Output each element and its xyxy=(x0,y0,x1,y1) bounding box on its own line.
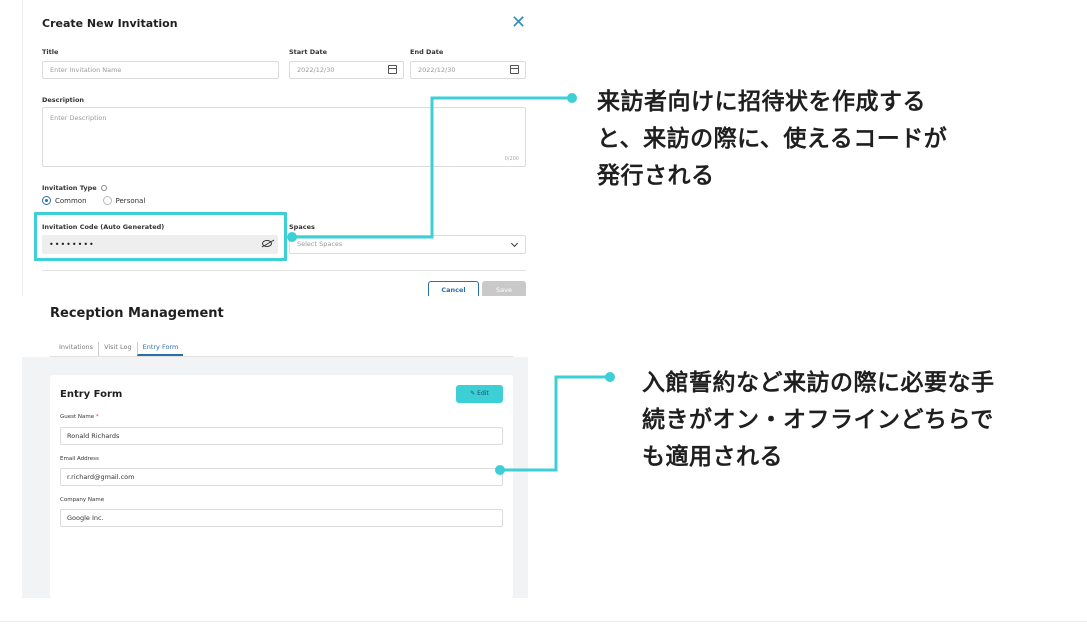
character-counter: 0/200 xyxy=(504,156,519,162)
required-asterisk: * xyxy=(95,414,99,420)
entry-form-card: Entry Form ✎ Edit Guest Name * Ronald Ri… xyxy=(50,375,513,598)
calendar-icon[interactable] xyxy=(388,65,397,74)
callout-text-1: 来訪者向けに招待状を作成する と、来訪の際に、使えるコードが 発行される xyxy=(597,84,947,195)
edit-button[interactable]: ✎ Edit xyxy=(456,385,503,403)
invitation-type-label-text: Invitation Type xyxy=(42,184,97,192)
tab-invitations[interactable]: Invitations xyxy=(54,342,98,356)
save-button[interactable]: Save xyxy=(482,281,526,296)
page-title: Reception Management xyxy=(50,306,224,321)
entry-form-title: Entry Form xyxy=(60,389,123,400)
start-date-label: Start Date xyxy=(289,48,328,56)
bottom-divider xyxy=(0,621,1087,622)
radio-personal-label: Personal xyxy=(115,196,146,205)
description-placeholder: Enter Description xyxy=(50,114,107,122)
callout-2-line-3: も適用される xyxy=(642,444,783,470)
radio-common-label: Common xyxy=(55,196,87,205)
close-icon[interactable]: ✕ xyxy=(511,14,527,32)
guest-name-label: Guest Name * xyxy=(60,414,99,420)
email-label: Email Address xyxy=(60,456,99,462)
guest-name-field[interactable]: Ronald Richards xyxy=(60,427,503,445)
invitation-code-highlight xyxy=(34,212,287,261)
description-textarea[interactable]: Enter Description 0/200 xyxy=(42,107,526,167)
radio-common[interactable] xyxy=(42,196,51,205)
email-field[interactable]: r.richard@gmail.com xyxy=(60,468,503,486)
callout-dot-end-1 xyxy=(567,93,577,103)
guest-name-label-text: Guest Name xyxy=(60,414,95,420)
start-date-value: 2022/12/30 xyxy=(297,66,335,74)
title-input-placeholder: Enter Invitation Name xyxy=(50,66,122,74)
end-date-label: End Date xyxy=(410,48,444,56)
pencil-icon: ✎ xyxy=(470,390,476,397)
callout-dot-end-2 xyxy=(605,372,615,382)
start-date-input[interactable]: 2022/12/30 xyxy=(289,61,404,79)
spaces-select[interactable]: Select Spaces xyxy=(289,235,526,254)
chevron-down-icon xyxy=(510,239,519,248)
company-label: Company Name xyxy=(60,497,105,503)
callout-text-2: 入館誓約など来訪の際に必要な手 続きがオン・オフラインどちらで も適用される xyxy=(642,365,995,476)
callout-2-line-1: 入館誓約など来訪の際に必要な手 xyxy=(642,370,995,396)
tab-visit-log[interactable]: Visit Log xyxy=(98,342,137,356)
invitation-type-label: Invitation Type xyxy=(42,184,107,192)
end-date-input[interactable]: 2022/12/30 xyxy=(410,61,526,79)
divider xyxy=(42,270,526,271)
edit-button-label: Edit xyxy=(477,390,489,397)
callout-1-line-1: 来訪者向けに招待状を作成する xyxy=(597,89,926,115)
spaces-placeholder: Select Spaces xyxy=(297,240,343,248)
calendar-icon[interactable] xyxy=(510,65,519,74)
company-field[interactable]: Google Inc. xyxy=(60,509,503,527)
radio-personal[interactable] xyxy=(102,196,112,205)
callout-1-line-3: 発行される xyxy=(597,163,715,189)
title-input[interactable]: Enter Invitation Name xyxy=(42,61,279,79)
invitation-type-radio-group: Common Personal xyxy=(42,196,145,205)
cancel-button[interactable]: Cancel xyxy=(428,281,479,296)
description-label: Description xyxy=(42,96,85,104)
callout-2-line-2: 続きがオン・オフラインどちらで xyxy=(642,407,994,433)
dialog-title: Create New Invitation xyxy=(42,17,178,30)
spaces-label: Spaces xyxy=(289,223,315,231)
tab-entry-form[interactable]: Entry Form xyxy=(136,342,184,356)
callout-1-line-2: と、来訪の際に、使えるコードが xyxy=(597,126,948,152)
end-date-value: 2022/12/30 xyxy=(418,66,456,74)
title-label: Title xyxy=(42,48,59,56)
info-icon[interactable] xyxy=(100,185,107,191)
tab-bar: Invitations Visit Log Entry Form xyxy=(54,342,184,356)
